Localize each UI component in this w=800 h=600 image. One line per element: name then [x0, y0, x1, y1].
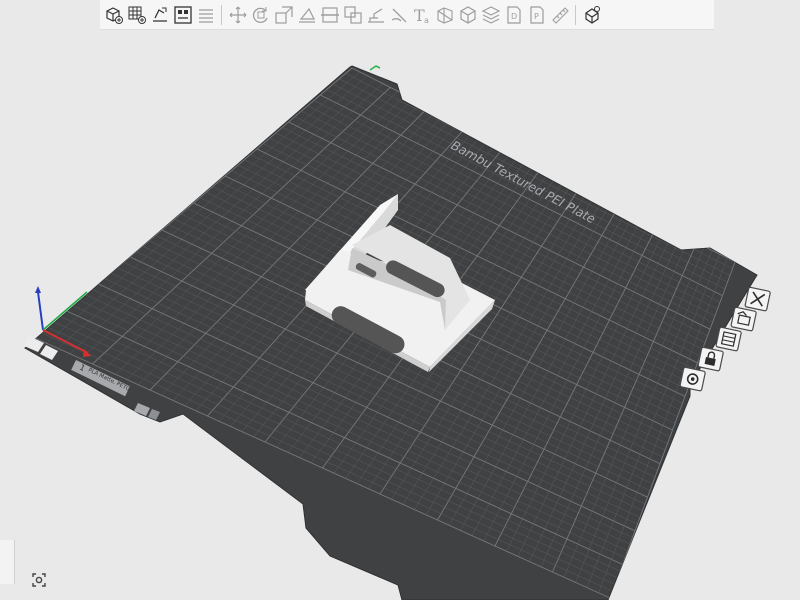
add-grid-button[interactable] — [125, 2, 148, 28]
scale-button[interactable] — [272, 2, 295, 28]
toolbar-separator — [575, 4, 576, 25]
boolean-icon — [343, 5, 362, 24]
layers-icon — [481, 5, 500, 24]
arrange-icon — [173, 5, 192, 24]
settings-button[interactable] — [679, 366, 706, 392]
auto-orient-icon — [152, 7, 167, 22]
move-icon — [229, 6, 246, 23]
toolbar-separator — [221, 4, 222, 25]
support-paint-button[interactable] — [364, 2, 387, 28]
measure-icon — [551, 6, 569, 24]
svg-text:P: P — [534, 12, 539, 21]
close-button[interactable] — [744, 286, 771, 312]
layers-button[interactable] — [479, 2, 502, 28]
assembly-view-icon — [584, 5, 600, 24]
plate-list-icon — [198, 8, 213, 23]
page-d-icon: D — [506, 5, 521, 24]
3d-viewport[interactable]: Bambu Textured PEI Plate 1 PLA Matte, PE… — [0, 0, 800, 600]
text-button[interactable]: Ta — [410, 2, 433, 28]
plate-list-button[interactable] — [194, 2, 217, 28]
page-p-icon: P — [529, 5, 544, 24]
boolean-button[interactable] — [341, 2, 364, 28]
assemble-button[interactable] — [456, 2, 479, 28]
auto-orient-plate-button[interactable] — [730, 306, 757, 332]
rotate-icon — [252, 6, 268, 23]
support-paint-icon — [367, 7, 384, 23]
page-d-button[interactable]: D — [502, 2, 525, 28]
svg-text:D: D — [511, 12, 517, 21]
top-toolbar: Ta D P — [100, 0, 714, 30]
page-p-button[interactable]: P — [525, 2, 548, 28]
arrange-button[interactable] — [171, 2, 194, 28]
add-grid-icon — [128, 6, 146, 24]
view-icon — [32, 573, 46, 587]
auto-orient-button[interactable] — [148, 2, 171, 28]
cut-icon — [320, 6, 339, 23]
view-button[interactable] — [29, 570, 49, 590]
assemble-icon — [459, 5, 476, 24]
cut-button[interactable] — [318, 2, 341, 28]
lay-on-face-button[interactable] — [295, 2, 318, 28]
lock-button[interactable] — [697, 346, 724, 372]
seam-paint-icon — [391, 8, 406, 22]
mesh-icon — [436, 6, 453, 24]
measure-button[interactable] — [548, 2, 571, 28]
move-button[interactable] — [226, 2, 249, 28]
rotate-button[interactable] — [249, 2, 272, 28]
arrange-plate-button[interactable] — [715, 326, 742, 352]
seam-paint-button[interactable] — [387, 2, 410, 28]
plate-origin-marker — [369, 65, 381, 71]
view-cube-edge[interactable] — [0, 540, 15, 584]
assembly-view-button[interactable] — [580, 2, 603, 28]
lay-on-face-icon — [298, 7, 315, 23]
svg-text:a: a — [424, 16, 429, 25]
text-icon: Ta — [414, 6, 429, 25]
add-cube-icon — [105, 6, 123, 24]
add-cube-button[interactable] — [102, 2, 125, 28]
mesh-button[interactable] — [433, 2, 456, 28]
scale-icon — [274, 5, 293, 24]
